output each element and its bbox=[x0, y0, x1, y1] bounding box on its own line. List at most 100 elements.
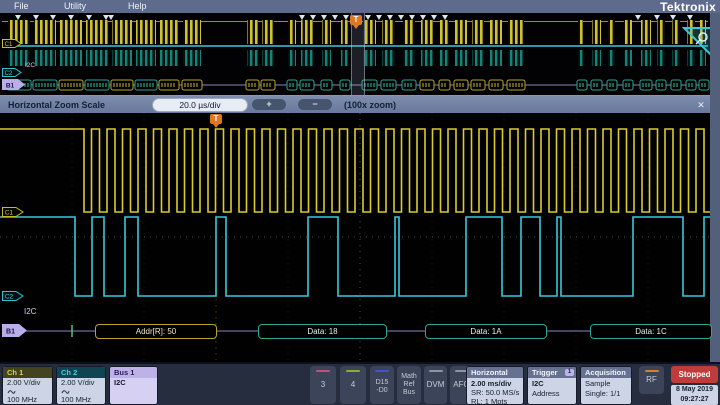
bandwidth-limit-icon bbox=[7, 388, 16, 395]
run-stop-status[interactable]: Stopped bbox=[671, 366, 718, 383]
sda-activity bbox=[490, 50, 502, 66]
scl-burst bbox=[472, 20, 484, 44]
tektronix-logo: Tektronix bbox=[660, 0, 716, 14]
zoom-scale-value[interactable]: 20.0 µs/div bbox=[152, 98, 248, 112]
sda-activity bbox=[60, 50, 82, 66]
sda-activity bbox=[508, 50, 524, 66]
channel1-name: Ch 1 bbox=[3, 367, 52, 378]
zoom-factor-label: (100x zoom) bbox=[344, 100, 396, 110]
rf-button[interactable]: RF bbox=[639, 366, 664, 394]
trigger-badge[interactable]: Trigger 1 I2C Address bbox=[527, 366, 577, 405]
horizontal-scale: 2.00 ms/div bbox=[471, 379, 523, 388]
channel1-scale: 2.00 V/div bbox=[7, 379, 52, 388]
search-mark-icon bbox=[670, 15, 676, 20]
zoom-in-button[interactable]: + bbox=[252, 99, 286, 110]
sda-activity bbox=[382, 50, 395, 66]
math-ref-bus-button[interactable]: Math Ref Bus bbox=[397, 366, 421, 404]
channel-badge-c2-overview[interactable]: C2 bbox=[2, 68, 22, 77]
close-icon[interactable]: ✕ bbox=[694, 99, 708, 111]
sda-activity bbox=[440, 50, 449, 66]
scl-burst bbox=[421, 20, 433, 44]
zoom-out-button[interactable]: − bbox=[298, 99, 332, 110]
acquisition-badge[interactable]: Acquisition Sample Single: 1/1 bbox=[580, 366, 632, 405]
sda-activity bbox=[578, 50, 583, 66]
bus-decode-mini-box bbox=[671, 80, 681, 90]
sda-activity bbox=[608, 50, 615, 66]
digital-color-line bbox=[375, 370, 389, 372]
sda-activity bbox=[592, 50, 601, 66]
search-mark-icon bbox=[33, 15, 39, 20]
oscilloscope-screen: File Utility Help Tektronix T C1 C2 I bbox=[0, 0, 720, 405]
bandwidth-limit-icon bbox=[61, 388, 70, 395]
channel3-button[interactable]: 3 bbox=[310, 366, 336, 404]
sda-activity bbox=[341, 50, 348, 66]
bus1-badge[interactable]: Bus 1 I2C bbox=[109, 366, 158, 405]
i2c-decode-data-3: Data: 1C bbox=[590, 324, 712, 339]
bus-decode-mini-box bbox=[381, 80, 396, 90]
scl-burst bbox=[301, 20, 313, 44]
channel2-scale: 2.00 V/div bbox=[61, 379, 105, 388]
bus-decode-mini-box bbox=[261, 80, 275, 90]
menu-utility[interactable]: Utility bbox=[64, 1, 86, 11]
dvm-button[interactable]: DVM bbox=[424, 366, 447, 404]
scl-burst bbox=[403, 20, 415, 44]
zoom-bar-title: Horizontal Zoom Scale bbox=[8, 100, 105, 110]
channel2-badge[interactable]: Ch 2 2.00 V/div 100 MHz bbox=[56, 366, 106, 405]
main-waveform-svg bbox=[0, 113, 720, 360]
scl-burst bbox=[508, 20, 524, 44]
digital-channels-button[interactable]: D15 -D0 bbox=[370, 366, 394, 404]
scl-burst bbox=[322, 20, 331, 44]
bus-decode-mini-box bbox=[607, 80, 617, 90]
scl-burst bbox=[455, 20, 467, 44]
scl-burst bbox=[641, 20, 651, 44]
sda-activity bbox=[112, 50, 132, 66]
sda-trace bbox=[0, 217, 712, 296]
bus-decode-mini-box bbox=[471, 80, 485, 90]
trigger-marker-main[interactable]: T bbox=[210, 114, 222, 124]
scl-burst bbox=[86, 20, 108, 44]
horizontal-badge[interactable]: Horizontal 2.00 ms/div SR: 50.0 MS/s RL:… bbox=[466, 366, 524, 405]
bus-decode-mini-box bbox=[699, 80, 709, 90]
dvm-color-line bbox=[429, 370, 443, 372]
search-mark-icon bbox=[654, 15, 660, 20]
bus-badge-b1-overview[interactable]: B1 bbox=[2, 79, 26, 90]
trigger-mode: Address bbox=[532, 389, 576, 399]
horizontal-zoom-scale-bar: Horizontal Zoom Scale 20.0 µs/div + − (1… bbox=[0, 95, 710, 115]
i2c-decode-address: Addr[R]: 50 bbox=[95, 324, 217, 339]
channel2-name: Ch 2 bbox=[57, 367, 105, 378]
channel3-color-line bbox=[316, 370, 330, 372]
menu-bar: File Utility Help Tektronix bbox=[0, 0, 720, 13]
menu-help[interactable]: Help bbox=[128, 1, 147, 11]
scl-burst bbox=[136, 20, 156, 44]
channel-badge-c1-main[interactable]: C1 bbox=[2, 207, 24, 217]
channel1-bandwidth: 100 MHz bbox=[7, 396, 52, 405]
search-mark-icon bbox=[687, 15, 693, 20]
sample-rate: SR: 50.0 MS/s bbox=[471, 388, 523, 397]
bus-decode-mini-box bbox=[623, 80, 633, 90]
bus-badge-b1-main[interactable]: B1 bbox=[2, 324, 28, 337]
menu-file[interactable]: File bbox=[14, 1, 29, 11]
channel1-badge[interactable]: Ch 1 2.00 V/div 100 MHz bbox=[2, 366, 53, 405]
bus-decode-mini-box bbox=[420, 80, 434, 90]
search-mark-icon bbox=[68, 15, 74, 20]
search-mark-icon bbox=[409, 15, 415, 20]
trigger-source-icon: 1 bbox=[565, 369, 574, 376]
channel-badge-c1-overview[interactable]: C1 bbox=[2, 39, 22, 48]
scl-burst bbox=[440, 20, 449, 44]
search-mark-icon bbox=[387, 15, 393, 20]
search-mark-icon bbox=[310, 15, 316, 20]
sda-activity bbox=[672, 50, 680, 66]
svg-text:C2: C2 bbox=[5, 71, 13, 77]
channel4-button[interactable]: 4 bbox=[340, 366, 366, 404]
sda-activity bbox=[160, 50, 178, 66]
bus1-name: Bus 1 bbox=[110, 367, 157, 378]
search-mark-icon bbox=[635, 15, 641, 20]
search-mark-icon bbox=[376, 15, 382, 20]
bus-decode-mini-box bbox=[656, 80, 666, 90]
sda-activity bbox=[247, 50, 258, 66]
search-mark-icon bbox=[343, 15, 349, 20]
sda-activity bbox=[86, 50, 108, 66]
trigger-marker-overview[interactable]: T bbox=[350, 15, 362, 25]
channel-badge-c2-main[interactable]: C2 bbox=[2, 291, 24, 301]
scl-burst bbox=[624, 20, 632, 44]
